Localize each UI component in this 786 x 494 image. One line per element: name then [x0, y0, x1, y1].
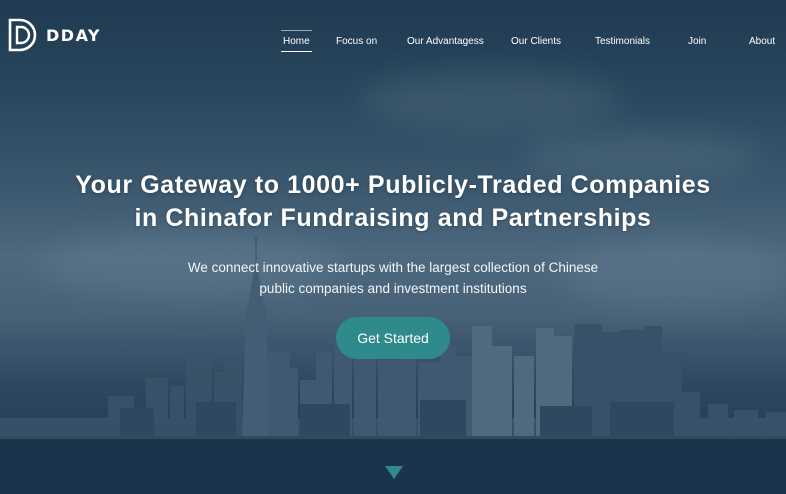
hero-headline-line-1: Your Gateway to 1000+ Publicly-Traded Co…	[75, 171, 711, 199]
nav-item-testimonials[interactable]: Testimonials	[595, 36, 650, 48]
nav-item-our-advantages[interactable]: Our Advantagess	[407, 36, 484, 48]
triangle-down-icon[interactable]	[385, 466, 403, 479]
hero-subtitle-line-2: public companies and investment institut…	[259, 281, 527, 296]
nav-item-our-clients[interactable]: Our Clients	[511, 36, 561, 48]
nav-item-focus-on[interactable]: Focus on	[336, 36, 377, 48]
main-nav: Home Focus on Our Advantagess Our Client…	[0, 30, 786, 52]
dark-overlay	[0, 0, 786, 494]
nav-item-join[interactable]: Join	[688, 36, 706, 48]
nav-item-home[interactable]: Home	[281, 30, 312, 52]
hero-headline-line-2: in Chinafor Fundraising and Partnerships	[134, 204, 652, 232]
hero-subtitle-line-1: We connect innovative startups with the …	[187, 260, 599, 275]
nav-item-about[interactable]: About	[749, 36, 775, 48]
get-started-button[interactable]: Get Started	[336, 317, 450, 359]
hero-background	[0, 0, 786, 494]
